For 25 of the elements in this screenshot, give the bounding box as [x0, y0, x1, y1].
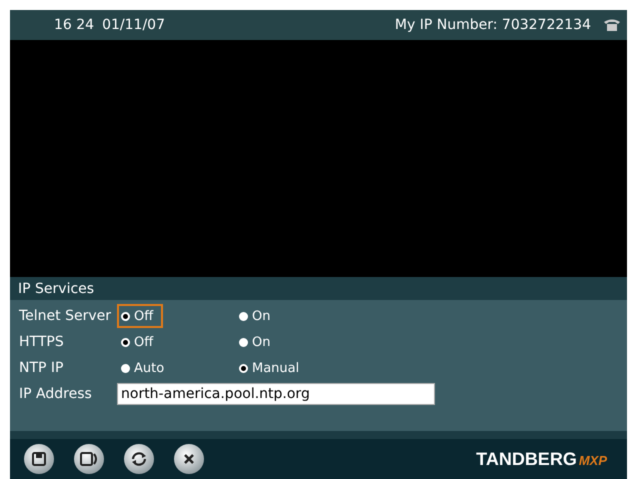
- radio-option[interactable]: On: [235, 304, 280, 328]
- close-button[interactable]: [174, 444, 204, 474]
- radio-option[interactable]: On: [235, 330, 280, 354]
- setting-label: NTP IP: [18, 360, 64, 376]
- setting-label: Telnet Server: [18, 308, 112, 324]
- input-field[interactable]: north-america.pool.ntp.org: [117, 383, 435, 405]
- radio-option[interactable]: Auto: [117, 356, 174, 380]
- refresh-icon: [130, 451, 148, 467]
- radio-option[interactable]: Manual: [235, 356, 310, 380]
- ip-number-text: My IP Number: 7032722134: [394, 17, 591, 33]
- product-logo: MXP: [578, 452, 607, 468]
- refresh-button[interactable]: [124, 444, 154, 474]
- time-text: 16 24: [54, 17, 94, 33]
- close-icon: [183, 453, 195, 465]
- floppy-arrow-icon: [80, 452, 98, 466]
- telephone-icon: [603, 18, 621, 32]
- date-text: 01/11/07: [102, 17, 165, 33]
- save-button[interactable]: [24, 444, 54, 474]
- setting-label: HTTPS: [18, 334, 65, 350]
- brand-logo: TANDBERG: [476, 448, 577, 470]
- panel-header: IP Services: [10, 277, 627, 300]
- setting-label: IP Address: [18, 386, 93, 402]
- radio-option[interactable]: Off: [117, 330, 164, 354]
- save-exit-button[interactable]: [74, 444, 104, 474]
- radio-option[interactable]: Off: [117, 304, 164, 328]
